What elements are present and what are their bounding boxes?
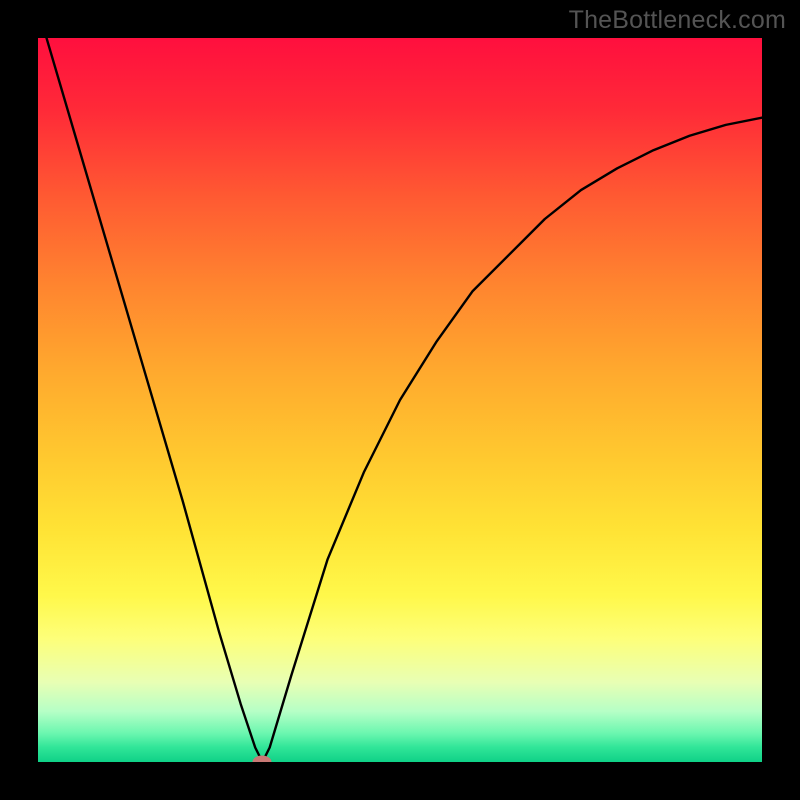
minimum-marker <box>253 756 272 763</box>
watermark-text: TheBottleneck.com <box>569 6 786 35</box>
chart-frame: TheBottleneck.com <box>0 0 800 800</box>
plot-area <box>38 38 762 762</box>
bottleneck-curve <box>38 38 762 762</box>
